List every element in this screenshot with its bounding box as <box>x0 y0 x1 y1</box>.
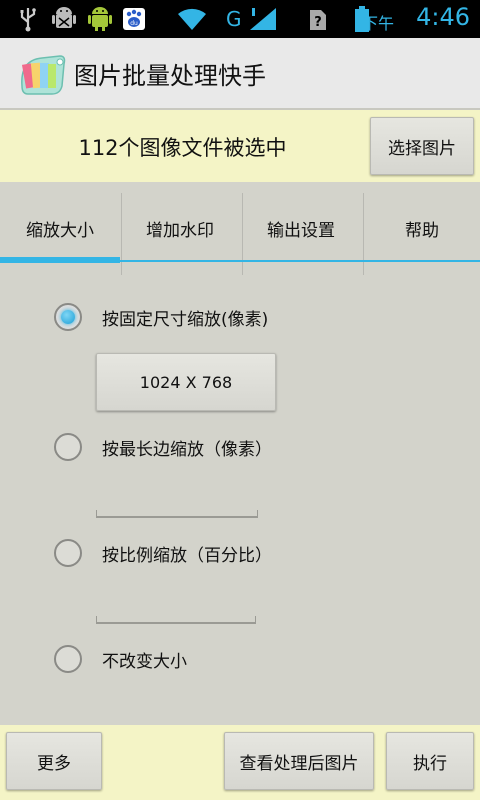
tab-resize[interactable]: 缩放大小 <box>0 193 120 263</box>
app-logo-icon <box>16 50 68 102</box>
active-tab-indicator <box>0 257 120 263</box>
baidu-icon: du <box>122 5 146 33</box>
more-button[interactable]: 更多 <box>6 732 102 790</box>
tab-divider <box>242 193 243 275</box>
tab-divider <box>363 193 364 275</box>
option-percentage[interactable]: 按比例缩放（百分比） <box>54 538 272 568</box>
signal-icon <box>248 5 278 33</box>
option-longest-side-label: 按最长边缩放（像素） <box>102 440 272 460</box>
radio-no-change[interactable] <box>54 645 82 673</box>
fixed-size-value-button[interactable]: 1024 X 768 <box>96 353 276 411</box>
select-images-button[interactable]: 选择图片 <box>370 117 474 175</box>
radio-longest-side[interactable] <box>54 433 82 461</box>
usb-icon <box>18 5 38 33</box>
option-longest-side[interactable]: 按最长边缩放（像素） <box>54 432 272 462</box>
sim-unknown-icon: ? <box>308 5 328 33</box>
tab-bar: 缩放大小 增加水印 输出设置 帮助 <box>0 193 480 275</box>
percentage-input[interactable] <box>96 616 256 624</box>
option-percentage-label: 按比例缩放（百分比） <box>102 546 272 566</box>
android-icon <box>88 5 112 33</box>
execute-button[interactable]: 执行 <box>386 732 474 790</box>
option-no-change-label: 不改变大小 <box>102 652 187 672</box>
radio-fixed-size[interactable] <box>54 303 82 331</box>
tab-divider <box>121 193 122 275</box>
android-debug-icon <box>52 5 76 33</box>
view-processed-button[interactable]: 查看处理后图片 <box>224 732 374 790</box>
tab-help[interactable]: 帮助 <box>362 193 480 263</box>
network-type: G <box>226 7 242 31</box>
status-ampm: 下午 <box>361 14 394 33</box>
tab-output-settings[interactable]: 输出设置 <box>241 193 361 263</box>
status-time: 4:46 <box>416 3 470 31</box>
selection-panel: 112个图像文件被选中 选择图片 <box>0 110 480 182</box>
title-bar: 图片批量处理快手 <box>0 38 480 110</box>
app-title: 图片批量处理快手 <box>74 62 266 90</box>
option-fixed-size-label: 按固定尺寸缩放(像素) <box>102 310 269 330</box>
option-no-change[interactable]: 不改变大小 <box>54 644 187 674</box>
status-bar: du G ? 下午 4:46 <box>0 0 480 38</box>
bottom-action-bar: 更多 查看处理后图片 执行 <box>0 725 480 800</box>
svg-text:?: ? <box>314 15 322 30</box>
longest-side-input[interactable] <box>96 510 258 518</box>
selected-count-text: 112个图像文件被选中 <box>78 136 287 160</box>
option-fixed-size[interactable]: 按固定尺寸缩放(像素) <box>54 302 268 332</box>
wifi-icon <box>176 5 208 33</box>
svg-text:du: du <box>130 20 138 27</box>
tab-watermark[interactable]: 增加水印 <box>120 193 240 263</box>
radio-percentage[interactable] <box>54 539 82 567</box>
